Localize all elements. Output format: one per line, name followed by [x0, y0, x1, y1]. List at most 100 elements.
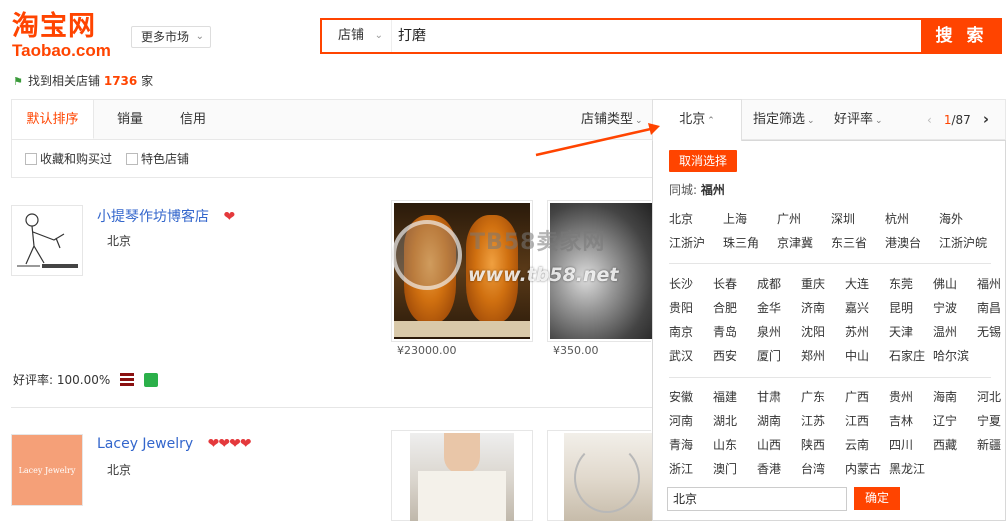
sort-sales[interactable]: 销量: [117, 100, 143, 139]
city-option[interactable]: 澳门: [713, 460, 737, 477]
city-option[interactable]: 西安: [713, 347, 737, 364]
city-option[interactable]: 云南: [845, 436, 869, 453]
city-option[interactable]: 江浙沪皖: [939, 234, 987, 251]
product-image[interactable]: [391, 430, 533, 521]
city-option[interactable]: 福州: [977, 275, 1001, 292]
city-option[interactable]: 湖北: [713, 412, 737, 429]
city-option[interactable]: 山东: [713, 436, 737, 453]
city-option[interactable]: 河南: [669, 412, 693, 429]
city-option[interactable]: 福建: [713, 388, 737, 405]
city-option[interactable]: 江苏: [801, 412, 825, 429]
city-option[interactable]: 昆明: [889, 299, 913, 316]
city-option[interactable]: 青岛: [713, 323, 737, 340]
city-option[interactable]: 石家庄: [889, 347, 925, 364]
city-option[interactable]: 京津冀: [777, 234, 813, 251]
city-option[interactable]: 长沙: [669, 275, 693, 292]
city-option[interactable]: 浙江: [669, 460, 693, 477]
filter-dropdown[interactable]: 指定筛选 ⌄: [753, 100, 815, 139]
city-option[interactable]: 嘉兴: [845, 299, 869, 316]
city-option[interactable]: 重庆: [801, 275, 825, 292]
city-option[interactable]: 济南: [801, 299, 825, 316]
city-option[interactable]: 无锡: [977, 323, 1001, 340]
city-option[interactable]: 天津: [889, 323, 913, 340]
city-option[interactable]: 安徽: [669, 388, 693, 405]
city-option[interactable]: 江西: [845, 412, 869, 429]
product-image[interactable]: [547, 430, 652, 521]
city-option[interactable]: 甘肃: [757, 388, 781, 405]
sort-default[interactable]: 默认排序: [12, 100, 94, 139]
city-option[interactable]: 江浙沪: [669, 234, 705, 251]
city-option[interactable]: 青海: [669, 436, 693, 453]
shop-name-link[interactable]: Lacey Jewelry ❤❤❤❤: [97, 436, 252, 452]
city-option[interactable]: 合肥: [713, 299, 737, 316]
city-option[interactable]: 厦门: [757, 347, 781, 364]
featured-checkbox[interactable]: 特色店铺: [126, 152, 189, 166]
city-input[interactable]: 北京: [667, 487, 847, 511]
search-scope-select[interactable]: 店铺 ⌄: [322, 20, 392, 52]
city-option[interactable]: 长春: [713, 275, 737, 292]
mobile-shop-icon[interactable]: [143, 373, 158, 387]
city-option[interactable]: 黑龙江: [889, 460, 925, 477]
city-option[interactable]: 大连: [845, 275, 869, 292]
city-option[interactable]: 四川: [889, 436, 913, 453]
city-option[interactable]: 东三省: [831, 234, 867, 251]
city-option[interactable]: 沈阳: [801, 323, 825, 340]
city-option[interactable]: 港澳台: [885, 234, 921, 251]
city-option[interactable]: 宁波: [933, 299, 957, 316]
city-option[interactable]: 广西: [845, 388, 869, 405]
city-option[interactable]: 香港: [757, 460, 781, 477]
same-city-value[interactable]: 福州: [701, 183, 725, 197]
city-option[interactable]: 东莞: [889, 275, 913, 292]
city-option[interactable]: 河北: [977, 388, 1001, 405]
city-option[interactable]: 成都: [757, 275, 781, 292]
city-option[interactable]: 内蒙古: [845, 460, 881, 477]
rating-dropdown[interactable]: 好评率 ⌄: [834, 100, 883, 139]
city-option[interactable]: 中山: [845, 347, 869, 364]
city-option[interactable]: 北京: [669, 210, 693, 227]
search-input[interactable]: 打磨: [396, 20, 426, 52]
product-image[interactable]: [547, 200, 652, 342]
city-option[interactable]: 哈尔滨: [933, 347, 969, 364]
city-option[interactable]: 陕西: [801, 436, 825, 453]
collected-checkbox[interactable]: 收藏和购买过: [25, 152, 112, 166]
shop-logo[interactable]: Lacey Jewelry: [11, 434, 83, 506]
city-option[interactable]: 海南: [933, 388, 957, 405]
city-option[interactable]: 台湾: [801, 460, 825, 477]
city-option[interactable]: 广州: [777, 210, 801, 227]
city-option[interactable]: 温州: [933, 323, 957, 340]
city-option[interactable]: 贵州: [889, 388, 913, 405]
city-option[interactable]: 海外: [939, 210, 963, 227]
cancel-selection-button[interactable]: 取消选择: [669, 150, 737, 172]
city-option[interactable]: 佛山: [933, 275, 957, 292]
credit-badge-icon[interactable]: [120, 373, 135, 387]
city-option[interactable]: 南昌: [977, 299, 1001, 316]
city-option[interactable]: 珠三角: [723, 234, 759, 251]
city-option[interactable]: 金华: [757, 299, 781, 316]
sort-credit[interactable]: 信用: [180, 100, 206, 139]
city-option[interactable]: 苏州: [845, 323, 869, 340]
city-option[interactable]: 南京: [669, 323, 693, 340]
city-option[interactable]: 山西: [757, 436, 781, 453]
taobao-logo[interactable]: 淘宝网 Taobao.com: [12, 12, 122, 62]
city-option[interactable]: 广东: [801, 388, 825, 405]
city-option[interactable]: 泉州: [757, 323, 781, 340]
city-option[interactable]: 上海: [723, 210, 747, 227]
city-option[interactable]: 吉林: [889, 412, 913, 429]
prev-page-icon[interactable]: ‹: [927, 113, 932, 127]
search-button[interactable]: 搜 索: [921, 18, 1002, 54]
shop-name-link[interactable]: 小提琴作坊博客店 ❤: [97, 206, 235, 226]
more-market-dropdown[interactable]: 更多市场 ⌄: [131, 26, 211, 48]
shop-logo[interactable]: [11, 205, 83, 276]
city-option[interactable]: 宁夏: [977, 412, 1001, 429]
city-option[interactable]: 武汉: [669, 347, 693, 364]
product-image[interactable]: [391, 200, 533, 342]
city-option[interactable]: 杭州: [885, 210, 909, 227]
search-box[interactable]: 店铺 ⌄ 打磨: [320, 18, 924, 54]
next-page-icon[interactable]: ›: [983, 110, 989, 128]
confirm-button[interactable]: 确定: [854, 487, 900, 510]
city-option[interactable]: 郑州: [801, 347, 825, 364]
city-option[interactable]: 深圳: [831, 210, 855, 227]
city-option[interactable]: 辽宁: [933, 412, 957, 429]
city-option[interactable]: 湖南: [757, 412, 781, 429]
city-option[interactable]: 贵阳: [669, 299, 693, 316]
